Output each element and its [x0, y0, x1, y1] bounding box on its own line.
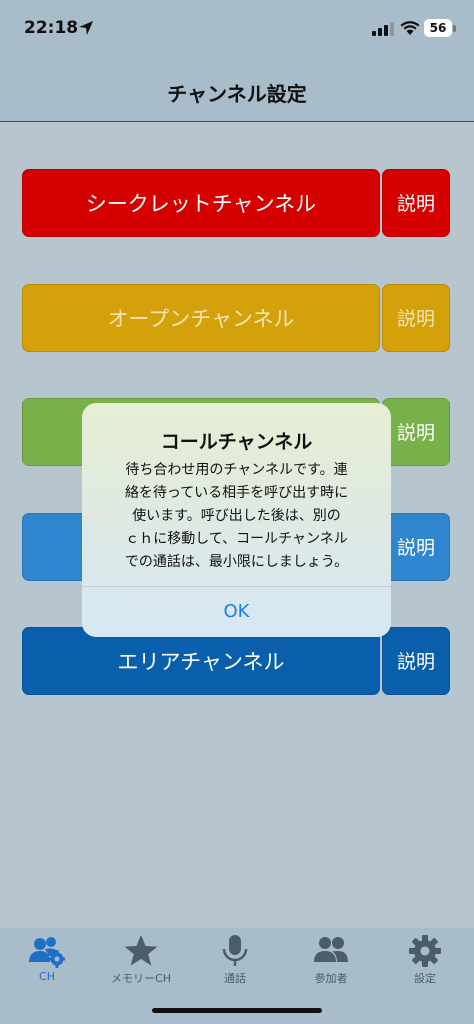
cellular-signal-icon [372, 22, 394, 36]
wifi-icon [400, 21, 420, 35]
star-icon [124, 935, 158, 966]
tab-ch[interactable]: CH [0, 928, 94, 998]
home-indicator [152, 1008, 322, 1013]
tab-participants[interactable]: 参加者 [284, 928, 378, 998]
battery-cap [453, 25, 456, 32]
tab-label: CH [39, 970, 55, 983]
alert-title: コールチャンネル [160, 431, 313, 453]
tab-call[interactable]: 通話 [188, 928, 282, 998]
gear-icon [409, 935, 441, 967]
open-channel-button[interactable]: オープンチャンネル [22, 284, 380, 352]
channel-row-open: オープンチャンネル 説明 [22, 284, 450, 354]
area-channel-description-button[interactable]: 説明 [382, 627, 450, 695]
location-arrow-icon [79, 21, 93, 35]
alert-message: 待ち合わせ用のチャンネルです。連 絡を待っている相手を呼び出す時に 使います。呼… [104, 459, 369, 574]
tab-memory-ch[interactable]: メモリーCH [94, 928, 188, 998]
alert-message-line: 絡を待っている相手を呼び出す時に [124, 485, 349, 501]
tab-settings[interactable]: 設定 [378, 928, 472, 998]
area-channel-button[interactable]: エリアチャンネル [22, 627, 380, 695]
alert-message-line: での通話は、最小限にしましょう。 [124, 554, 349, 570]
alert-message-line: ｃｈに移動して、コールチャンネル [125, 531, 348, 547]
status-time: 22:18 [24, 18, 79, 38]
users-icon [314, 937, 348, 962]
battery-indicator: 56 [424, 19, 452, 37]
call-channel-alert-dialog: コールチャンネル 待ち合わせ用のチャンネルです。連 絡を待っている相手を呼び出す… [82, 403, 391, 637]
tab-label: メモリーCH [111, 972, 171, 985]
secret-channel-button[interactable]: シークレットチャンネル [22, 169, 380, 237]
users-gear-icon [29, 937, 65, 968]
alert-message-line: 使います。呼び出した後は、別の [132, 508, 341, 524]
tab-label: 参加者 [314, 972, 348, 985]
page-title: チャンネル設定 [167, 82, 307, 106]
alert-ok-button[interactable]: OK [82, 587, 391, 637]
status-bar: 22:18 56 [0, 0, 474, 60]
fourth-channel-description-button[interactable]: 説明 [382, 513, 450, 581]
tab-label: 通話 [224, 972, 246, 985]
navigation-bar: チャンネル設定 [0, 60, 474, 122]
microphone-icon [222, 935, 248, 966]
secret-channel-description-button[interactable]: 説明 [382, 169, 450, 237]
call-channel-description-button[interactable]: 説明 [382, 398, 450, 466]
alert-message-line: 待ち合わせ用のチャンネルです。連 [125, 462, 348, 478]
channel-row-area: エリアチャンネル 説明 [22, 627, 450, 697]
channel-row-secret: シークレットチャンネル 説明 [22, 169, 450, 239]
open-channel-description-button[interactable]: 説明 [382, 284, 450, 352]
tab-label: 設定 [414, 972, 436, 985]
